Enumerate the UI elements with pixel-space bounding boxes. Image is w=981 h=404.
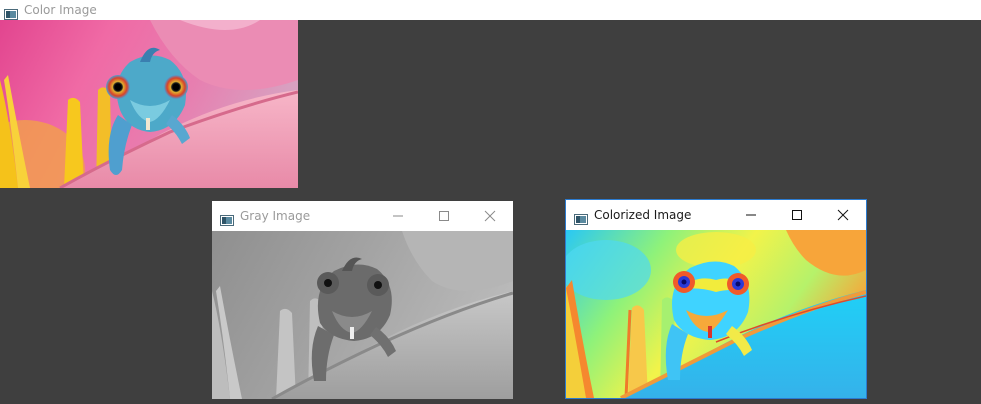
minimize-button[interactable] [375,201,421,231]
window-app-icon [4,5,18,20]
color-image-titlebar[interactable]: Color Image [0,0,981,20]
close-icon [837,209,849,221]
minimize-icon [746,214,756,216]
close-button[interactable] [467,201,513,231]
window-title: Color Image [24,3,97,17]
close-button[interactable] [820,200,866,230]
window-app-icon [220,211,234,226]
minimize-icon [393,215,403,217]
gray-image-canvas [212,231,513,399]
window-app-icon [574,210,588,225]
window-title: Gray Image [240,209,311,223]
close-icon [484,210,496,222]
maximize-button[interactable] [774,200,820,230]
maximize-icon [439,211,449,221]
gray-image-window[interactable]: Gray Image [212,201,513,399]
color-image-canvas [0,20,298,188]
maximize-icon [792,210,802,220]
maximize-button[interactable] [421,201,467,231]
minimize-button[interactable] [728,200,774,230]
window-title: Colorized Image [594,208,692,222]
colorized-image-titlebar[interactable]: Colorized Image [566,200,866,230]
colorized-image-window[interactable]: Colorized Image [565,199,867,399]
gray-image-titlebar[interactable]: Gray Image [212,201,513,231]
color-image-window[interactable]: Color Image [0,0,981,188]
colorized-image-canvas [566,230,866,398]
